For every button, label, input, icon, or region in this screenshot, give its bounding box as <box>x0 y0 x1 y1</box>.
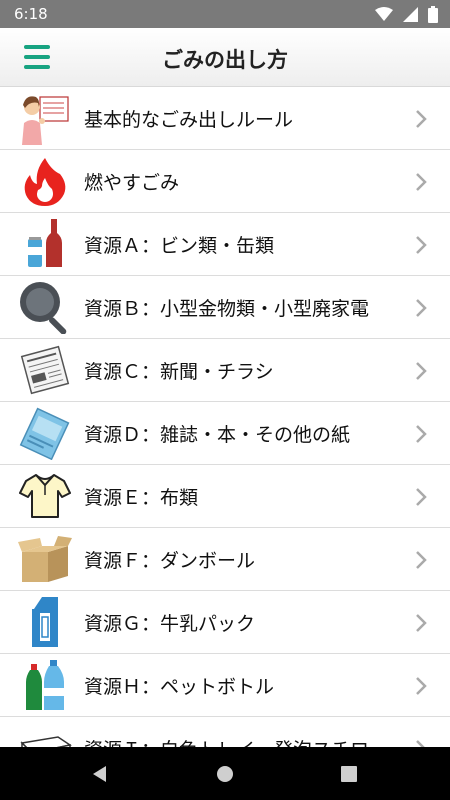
status-time: 6:18 <box>14 5 48 23</box>
battery-icon <box>428 6 438 23</box>
chevron-right-icon <box>416 173 427 191</box>
woman-with-chart-icon <box>18 91 72 145</box>
list-item-resource-i[interactable]: 資源Ｉ：白色トレイ・発泡スチロー <box>0 717 450 747</box>
list-item-resource-g[interactable]: 資源Ｇ：牛乳パック <box>0 591 450 654</box>
can-and-bottle-icon <box>18 217 72 271</box>
list-item-resource-h[interactable]: 資源Ｈ：ペットボトル <box>0 654 450 717</box>
list-item-label: 資源Ｆ：ダンボール <box>84 550 256 572</box>
chevron-right-icon <box>416 110 427 128</box>
list-item-basic-rules[interactable]: 基本的なごみ出しルール <box>0 87 450 150</box>
list-item-label: 資源Ｈ：ペットボトル <box>84 676 275 698</box>
list-item-resource-d[interactable]: 資源Ｄ：雑誌・本・その他の紙 <box>0 402 450 465</box>
list-item-label: 基本的なごみ出しルール <box>84 109 294 131</box>
shirt-icon <box>18 469 72 523</box>
list-item-label: 資源Ｄ：雑誌・本・その他の紙 <box>84 424 351 446</box>
cardboard-box-icon <box>18 532 72 586</box>
frying-pan-icon <box>18 280 72 334</box>
foam-tray-icon <box>18 721 72 747</box>
chevron-right-icon <box>416 677 427 695</box>
navigation-bar <box>0 747 450 800</box>
page-title: ごみの出し方 <box>162 48 288 72</box>
chevron-right-icon <box>416 551 427 569</box>
back-icon[interactable] <box>88 762 112 786</box>
app-bar: ごみの出し方 <box>0 28 450 87</box>
chevron-right-icon <box>416 425 427 443</box>
signal-icon <box>403 7 418 22</box>
chevron-right-icon <box>416 299 427 317</box>
status-bar: 6:18 <box>0 0 450 28</box>
home-icon[interactable] <box>213 762 237 786</box>
newspaper-icon <box>18 343 72 397</box>
list-item-resource-c[interactable]: 資源Ｃ：新聞・チラシ <box>0 339 450 402</box>
list-item-resource-e[interactable]: 資源Ｅ：布類 <box>0 465 450 528</box>
list-item-burnable[interactable]: 燃やすごみ <box>0 150 450 213</box>
list-item-label: 資源Ｅ：布類 <box>84 487 199 509</box>
recents-icon[interactable] <box>337 762 361 786</box>
wifi-icon <box>375 7 393 21</box>
chevron-right-icon <box>416 488 427 506</box>
list-item-label: 資源Ｂ：小型金物類・小型廃家電 <box>84 298 370 320</box>
milk-carton-icon <box>18 595 72 649</box>
category-list: 基本的なごみ出しルール 燃やすごみ 資源Ａ：ビン類・缶類 資源Ｂ：小型金物類・小… <box>0 87 450 747</box>
list-item-resource-f[interactable]: 資源Ｆ：ダンボール <box>0 528 450 591</box>
list-item-label: 資源Ｇ：牛乳パック <box>84 613 256 635</box>
flame-icon <box>18 154 72 208</box>
list-item-label: 資源Ａ：ビン類・缶類 <box>84 235 275 257</box>
chevron-right-icon <box>416 236 427 254</box>
pet-bottle-icon <box>18 658 72 712</box>
list-item-label: 資源Ｃ：新聞・チラシ <box>84 361 274 383</box>
magazine-icon <box>18 406 72 460</box>
chevron-right-icon <box>416 614 427 632</box>
list-item-resource-b[interactable]: 資源Ｂ：小型金物類・小型廃家電 <box>0 276 450 339</box>
chevron-right-icon <box>416 740 425 747</box>
status-icons <box>375 6 438 23</box>
list-item-label: 資源Ｉ：白色トレイ・発泡スチロー <box>84 735 388 747</box>
list-item-resource-a[interactable]: 資源Ａ：ビン類・缶類 <box>0 213 450 276</box>
chevron-right-icon <box>416 362 427 380</box>
list-item-label: 燃やすごみ <box>84 172 180 194</box>
